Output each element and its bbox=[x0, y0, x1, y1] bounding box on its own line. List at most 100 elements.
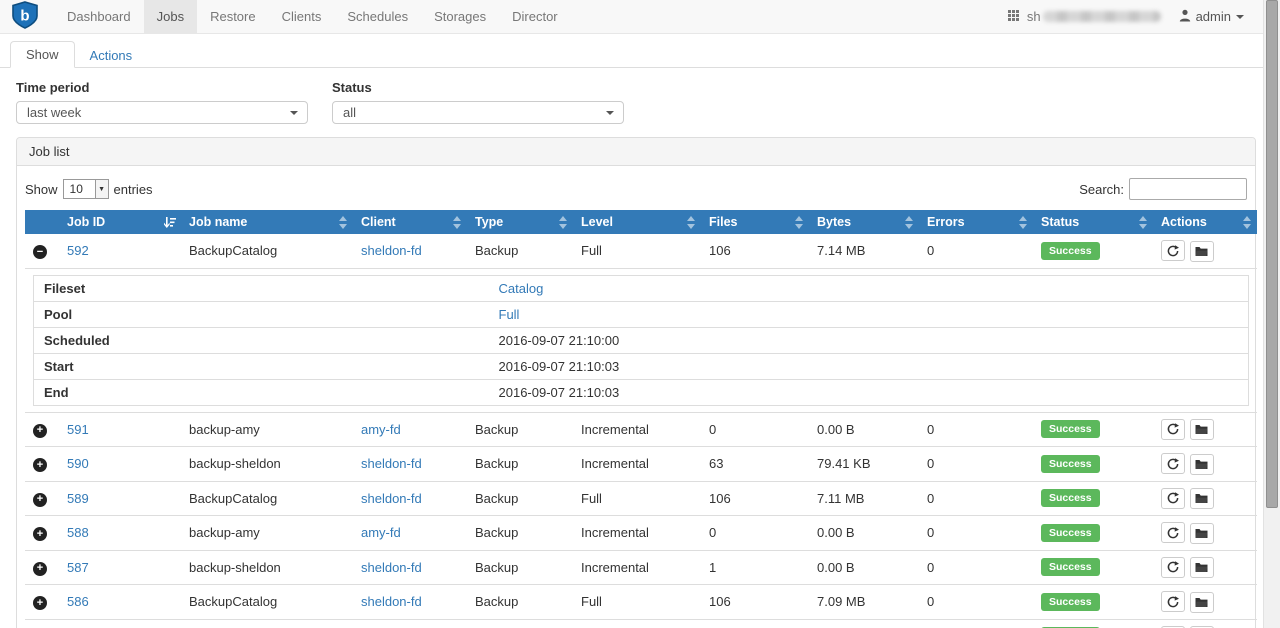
errors-cell: 0 bbox=[919, 481, 1033, 516]
rerun-job-button[interactable] bbox=[1161, 591, 1185, 612]
job-log-button[interactable] bbox=[1190, 241, 1214, 262]
job-log-button[interactable] bbox=[1190, 523, 1214, 544]
nav-item-schedules[interactable]: Schedules bbox=[334, 0, 421, 33]
bytes-cell: 0.00 B bbox=[809, 412, 919, 447]
nav-item-storages[interactable]: Storages bbox=[421, 0, 499, 33]
detail-value-link[interactable]: Catalog bbox=[499, 281, 544, 296]
job-name-cell: backup-amy bbox=[181, 619, 353, 628]
brand-logo[interactable]: b bbox=[0, 0, 54, 33]
job-id-link[interactable]: 592 bbox=[67, 243, 89, 258]
job-id-link[interactable]: 587 bbox=[67, 560, 89, 575]
column-header-type[interactable]: Type bbox=[467, 210, 573, 234]
client-link[interactable]: sheldon-fd bbox=[361, 491, 422, 506]
expand-toggle-icon[interactable]: + bbox=[33, 596, 47, 610]
tab-actions[interactable]: Actions bbox=[75, 43, 148, 68]
time-period-select[interactable]: last week bbox=[16, 101, 308, 124]
level-cell: Incremental bbox=[573, 412, 701, 447]
nav-item-dashboard[interactable]: Dashboard bbox=[54, 0, 144, 33]
nav-item-director[interactable]: Director bbox=[499, 0, 571, 33]
job-id-link[interactable]: 589 bbox=[67, 491, 89, 506]
sort-icon bbox=[904, 216, 914, 232]
errors-cell: 0 bbox=[919, 234, 1033, 268]
search-input[interactable] bbox=[1129, 178, 1247, 200]
nav-label: Schedules bbox=[347, 9, 408, 24]
detail-line: Scheduled 2016-09-07 21:10:00 bbox=[34, 327, 1249, 353]
column-header-job-name[interactable]: Job name bbox=[181, 210, 353, 234]
client-link[interactable]: sheldon-fd bbox=[361, 456, 422, 471]
column-header-files[interactable]: Files bbox=[701, 210, 809, 234]
vertical-scrollbar[interactable] bbox=[1263, 0, 1280, 628]
nav-item-jobs[interactable]: Jobs bbox=[144, 0, 197, 33]
nav-label: Jobs bbox=[157, 9, 184, 24]
time-period-label: Time period bbox=[16, 80, 308, 95]
expand-toggle-icon[interactable]: + bbox=[33, 527, 47, 541]
apps-grid-icon[interactable] bbox=[1008, 9, 1019, 24]
status-select[interactable]: all bbox=[332, 101, 624, 124]
column-header-actions[interactable]: Actions bbox=[1153, 210, 1257, 234]
detail-value-link[interactable]: Full bbox=[499, 307, 520, 322]
status-badge: Success bbox=[1041, 420, 1100, 438]
files-cell: 1 bbox=[701, 550, 809, 585]
detail-line: Pool Full bbox=[34, 301, 1249, 327]
entries-select[interactable]: 10 ▼ bbox=[63, 179, 109, 199]
expand-toggle-icon[interactable]: + bbox=[33, 458, 47, 472]
rerun-job-button[interactable] bbox=[1161, 557, 1185, 578]
client-link[interactable]: amy-fd bbox=[361, 422, 401, 437]
search-label: Search: bbox=[1079, 182, 1124, 197]
rerun-job-button[interactable] bbox=[1161, 488, 1185, 509]
panel-title: Job list bbox=[17, 138, 1255, 166]
column-header-status[interactable]: Status bbox=[1033, 210, 1153, 234]
column-header-client[interactable]: Client bbox=[353, 210, 467, 234]
status-filter: Status all bbox=[332, 80, 624, 124]
rerun-job-button[interactable] bbox=[1161, 453, 1185, 474]
job-id-link[interactable]: 588 bbox=[67, 525, 89, 540]
detail-value: Full bbox=[489, 301, 1249, 327]
rerun-job-button[interactable] bbox=[1161, 240, 1185, 261]
filters: Time period last week Status all bbox=[16, 80, 1256, 124]
expand-toggle-icon[interactable]: − bbox=[33, 245, 47, 259]
nav-item-restore[interactable]: Restore bbox=[197, 0, 269, 33]
detail-label: Fileset bbox=[34, 275, 489, 301]
sort-icon bbox=[1138, 216, 1148, 232]
level-cell: Incremental bbox=[573, 619, 701, 628]
job-log-button[interactable] bbox=[1190, 454, 1214, 475]
nav-item-clients[interactable]: Clients bbox=[269, 0, 335, 33]
column-header-level[interactable]: Level bbox=[573, 210, 701, 234]
rerun-job-button[interactable] bbox=[1161, 419, 1185, 440]
level-cell: Full bbox=[573, 234, 701, 268]
expand-toggle-icon[interactable]: + bbox=[33, 493, 47, 507]
table-controls: Show 10 ▼ entries Search: bbox=[25, 178, 1247, 200]
column-header-bytes[interactable]: Bytes bbox=[809, 210, 919, 234]
client-link[interactable]: sheldon-fd bbox=[361, 594, 422, 609]
client-link[interactable]: amy-fd bbox=[361, 525, 401, 540]
detail-label: Start bbox=[34, 353, 489, 379]
nav-label: Director bbox=[512, 9, 558, 24]
level-cell: Incremental bbox=[573, 516, 701, 551]
sort-icon bbox=[686, 216, 696, 232]
tab-label: Actions bbox=[90, 48, 133, 63]
job-log-button[interactable] bbox=[1190, 488, 1214, 509]
chevron-down-icon bbox=[290, 111, 298, 115]
job-id-link[interactable]: 591 bbox=[67, 422, 89, 437]
job-detail-table: Fileset Catalog Pool Full Scheduled 2016… bbox=[33, 275, 1249, 406]
scrollbar-thumb[interactable] bbox=[1266, 0, 1278, 508]
job-log-button[interactable] bbox=[1190, 419, 1214, 440]
tab-show[interactable]: Show bbox=[10, 41, 75, 68]
client-link[interactable]: sheldon-fd bbox=[361, 243, 422, 258]
nav-label: Restore bbox=[210, 9, 256, 24]
job-log-button[interactable] bbox=[1190, 557, 1214, 578]
job-id-link[interactable]: 586 bbox=[67, 594, 89, 609]
detail-label: Pool bbox=[34, 301, 489, 327]
expand-toggle-icon[interactable]: + bbox=[33, 562, 47, 576]
expand-toggle-icon[interactable]: + bbox=[33, 424, 47, 438]
column-header-errors[interactable]: Errors bbox=[919, 210, 1033, 234]
rerun-job-button[interactable] bbox=[1161, 522, 1185, 543]
page: b Dashboard Jobs Restore Clients Schedul… bbox=[0, 0, 1280, 628]
job-id-link[interactable]: 590 bbox=[67, 456, 89, 471]
user-menu[interactable]: admin bbox=[1179, 9, 1244, 25]
job-log-button[interactable] bbox=[1190, 592, 1214, 613]
client-link[interactable]: sheldon-fd bbox=[361, 560, 422, 575]
bytes-cell: 0.00 B bbox=[809, 550, 919, 585]
files-cell: 106 bbox=[701, 481, 809, 516]
column-header-job-id[interactable]: Job ID bbox=[59, 210, 181, 234]
